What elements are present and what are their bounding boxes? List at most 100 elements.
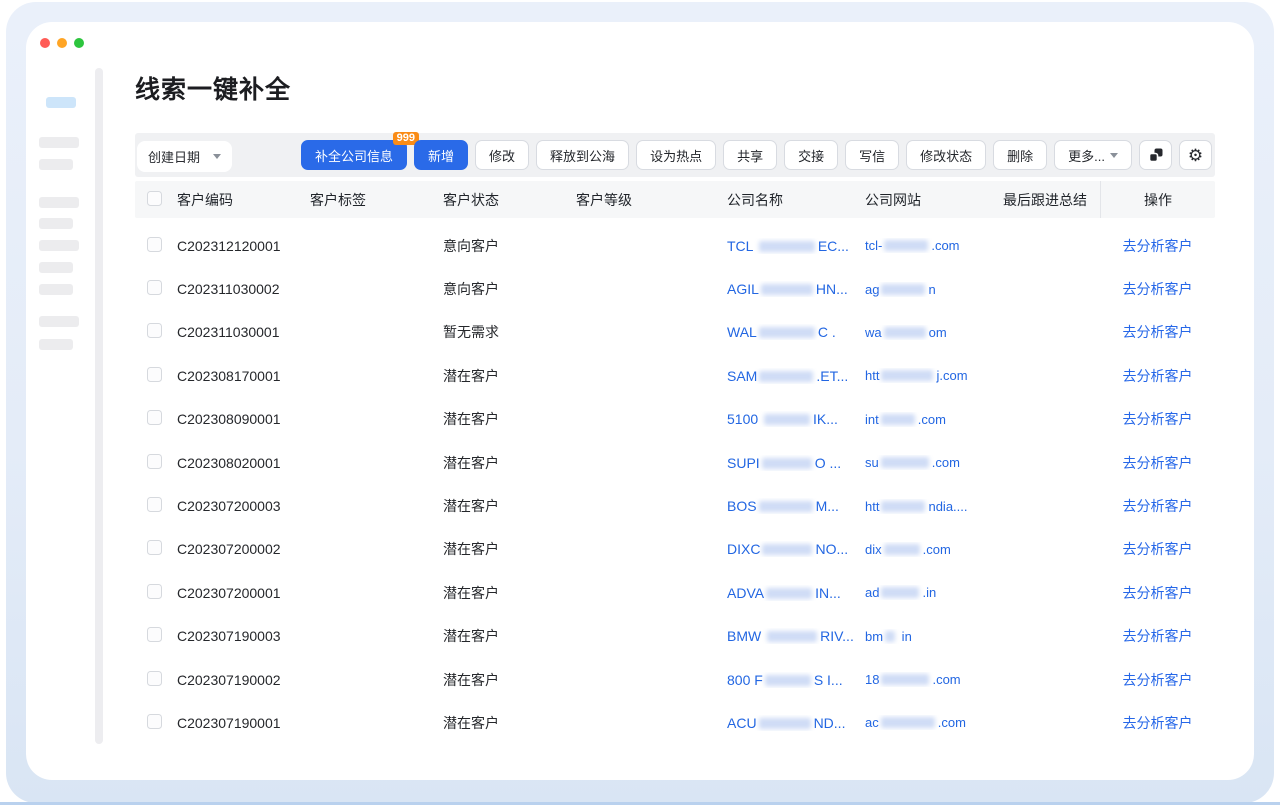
edit-button[interactable]: 修改: [475, 140, 529, 170]
handover-button[interactable]: 交接: [784, 140, 838, 170]
change-status-button[interactable]: 修改状态: [906, 140, 986, 170]
table-row: C202307200002 潜在客户 DIXCNO... dix.com 去分析…: [135, 528, 1215, 571]
customer-status: 潜在客户: [443, 453, 576, 473]
company-website-link[interactable]: bm in: [865, 629, 1003, 644]
add-button[interactable]: 新增: [414, 140, 468, 170]
customer-code: C202307200001: [177, 585, 310, 601]
button-label: 补全公司信息: [315, 146, 393, 165]
company-website-link[interactable]: httndia....: [865, 499, 1003, 514]
row-checkbox[interactable]: [147, 671, 162, 686]
sidebar-item[interactable]: [39, 218, 73, 229]
gear-icon: ⚙: [1188, 147, 1203, 164]
redacted-text: [759, 501, 813, 512]
analyze-customer-link[interactable]: 去分析客户: [1123, 498, 1193, 514]
row-checkbox[interactable]: [147, 540, 162, 555]
customer-status: 潜在客户: [443, 670, 576, 690]
set-hot-button[interactable]: 设为热点: [636, 140, 716, 170]
button-label: 更多...: [1068, 146, 1105, 165]
redacted-text: [759, 327, 815, 338]
row-checkbox[interactable]: [147, 714, 162, 729]
more-button[interactable]: 更多...: [1054, 140, 1132, 170]
sidebar-item[interactable]: [39, 339, 73, 350]
created-date-filter[interactable]: 创建日期: [137, 141, 232, 172]
row-checkbox[interactable]: [147, 454, 162, 469]
table-header-row: 客户编码 客户标签 客户状态 客户等级 公司名称 公司网站 最后跟进总结 操作: [135, 181, 1215, 218]
sidebar-nav: [26, 22, 95, 780]
delete-button[interactable]: 删除: [993, 140, 1047, 170]
company-name-link[interactable]: ACUND...: [727, 715, 865, 731]
row-checkbox[interactable]: [147, 280, 162, 295]
settings-button[interactable]: ⚙: [1179, 140, 1212, 170]
row-checkbox[interactable]: [147, 410, 162, 425]
company-website-link[interactable]: waom: [865, 325, 1003, 340]
button-label: 新增: [428, 146, 454, 165]
company-website-link[interactable]: ad.in: [865, 585, 1003, 600]
button-label: 交接: [798, 146, 824, 165]
sidebar-item[interactable]: [39, 137, 79, 148]
select-all-checkbox[interactable]: [147, 191, 162, 206]
company-name-link[interactable]: SUPIO ...: [727, 455, 865, 471]
sidebar-item[interactable]: [39, 262, 73, 273]
view-toggle-button[interactable]: [1139, 140, 1172, 170]
share-button[interactable]: 共享: [723, 140, 777, 170]
row-checkbox[interactable]: [147, 367, 162, 382]
row-checkbox[interactable]: [147, 323, 162, 338]
company-website-link[interactable]: su.com: [865, 455, 1003, 470]
sidebar-item[interactable]: [39, 316, 79, 327]
company-name-link[interactable]: BMW RIV...: [727, 628, 865, 644]
analyze-customer-link[interactable]: 去分析客户: [1123, 455, 1193, 471]
company-name-link[interactable]: 5100 IK...: [727, 411, 865, 427]
row-checkbox[interactable]: [147, 627, 162, 642]
redacted-text: [881, 284, 925, 295]
desktop-background: 线索一键补全 创建日期 补全公司信息999新增修改释放到公海设为热点共享交接写信…: [0, 0, 1280, 805]
redacted-text: [767, 631, 817, 642]
analyze-customer-link[interactable]: 去分析客户: [1123, 541, 1193, 557]
sidebar-item[interactable]: [39, 240, 79, 251]
customer-code: C202307190003: [177, 628, 310, 644]
customer-code: C202307200003: [177, 498, 310, 514]
company-website-link[interactable]: 18.com: [865, 672, 1003, 687]
analyze-customer-link[interactable]: 去分析客户: [1123, 411, 1193, 427]
row-checkbox[interactable]: [147, 237, 162, 252]
row-checkbox[interactable]: [147, 584, 162, 599]
analyze-customer-link[interactable]: 去分析客户: [1123, 281, 1193, 297]
company-website-link[interactable]: httj.com: [865, 368, 1003, 383]
row-checkbox[interactable]: [147, 497, 162, 512]
complete-company-info-button[interactable]: 补全公司信息999: [301, 140, 407, 170]
table-row: C202307200001 潜在客户 ADVAIN... ad.in 去分析客户: [135, 571, 1215, 614]
company-name-link[interactable]: SAM.ET...: [727, 368, 865, 384]
analyze-customer-link[interactable]: 去分析客户: [1123, 238, 1193, 254]
company-name-link[interactable]: DIXCNO...: [727, 541, 865, 557]
write-email-button[interactable]: 写信: [845, 140, 899, 170]
release-to-public-pool-button[interactable]: 释放到公海: [536, 140, 629, 170]
sidebar-item[interactable]: [39, 284, 73, 295]
analyze-customer-link[interactable]: 去分析客户: [1123, 585, 1193, 601]
analyze-customer-link[interactable]: 去分析客户: [1123, 672, 1193, 688]
analyze-customer-link[interactable]: 去分析客户: [1123, 628, 1193, 644]
sidebar-item-active[interactable]: [46, 97, 76, 108]
company-website-link[interactable]: agn: [865, 282, 1003, 297]
company-website-link[interactable]: tcl-.com: [865, 238, 1003, 253]
customer-code: C202307190001: [177, 715, 310, 731]
analyze-customer-link[interactable]: 去分析客户: [1123, 715, 1193, 731]
analyze-customer-link[interactable]: 去分析客户: [1123, 324, 1193, 340]
company-name-link[interactable]: 800 FS I...: [727, 672, 865, 688]
customer-status: 意向客户: [443, 279, 576, 299]
company-name-link[interactable]: BOSM...: [727, 498, 865, 514]
analyze-customer-link[interactable]: 去分析客户: [1123, 368, 1193, 384]
company-name-link[interactable]: WALC .: [727, 324, 865, 340]
app-window: 线索一键补全 创建日期 补全公司信息999新增修改释放到公海设为热点共享交接写信…: [26, 22, 1254, 780]
company-website-link[interactable]: dix.com: [865, 542, 1003, 557]
company-name-link[interactable]: AGILHN...: [727, 281, 865, 297]
toolbar-buttons: 补全公司信息999新增修改释放到公海设为热点共享交接写信修改状态删除更多... …: [301, 133, 1212, 177]
company-name-link[interactable]: TCL EC...: [727, 238, 865, 254]
chevron-down-icon: [213, 154, 221, 159]
sidebar-item[interactable]: [39, 159, 73, 170]
button-label: 修改状态: [920, 146, 972, 165]
company-website-link[interactable]: int.com: [865, 412, 1003, 427]
sidebar-item[interactable]: [39, 197, 79, 208]
button-label: 删除: [1007, 146, 1033, 165]
redacted-text: [881, 501, 925, 512]
company-name-link[interactable]: ADVAIN...: [727, 585, 865, 601]
company-website-link[interactable]: ac.com: [865, 715, 1003, 730]
